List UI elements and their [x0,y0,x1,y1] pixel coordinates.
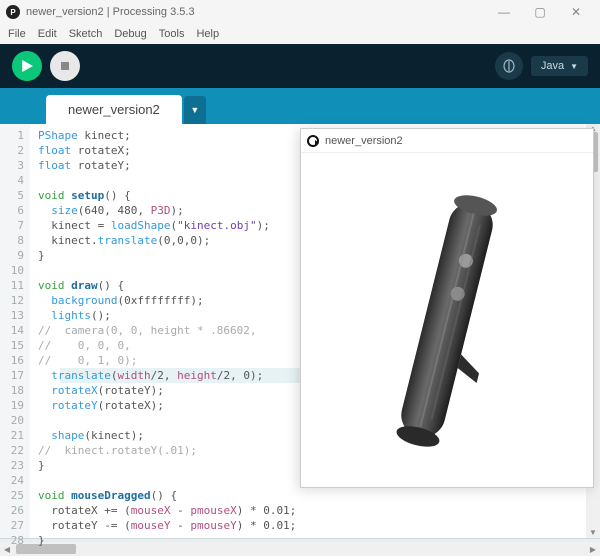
menu-file[interactable]: File [2,26,32,42]
code-line[interactable]: rotateY -= (mouseY - pmouseY) * 0.01; [38,518,578,533]
line-number: 23 [0,458,24,473]
output-window[interactable]: newer_version2 [300,128,594,488]
horizontal-scrollbar[interactable]: ◀ ▶ [0,542,600,556]
output-title: newer_version2 [325,135,403,147]
app-icon: P [6,5,20,19]
line-number: 3 [0,158,24,173]
line-number: 7 [0,218,24,233]
chevron-down-icon: ▼ [570,62,578,71]
line-number: 11 [0,278,24,293]
line-number: 19 [0,398,24,413]
tab-menu-button[interactable]: ▼ [184,96,206,124]
code-line[interactable]: void mouseDragged() { [38,488,578,503]
line-number: 18 [0,383,24,398]
line-number: 16 [0,353,24,368]
line-number: 1 [0,128,24,143]
line-number: 27 [0,518,24,533]
line-number: 2 [0,143,24,158]
close-button[interactable]: ✕ [558,2,594,22]
line-number: 20 [0,413,24,428]
sketch-icon [307,135,319,147]
minimize-button[interactable]: — [486,2,522,22]
kinect-shape [367,170,527,470]
scroll-thumb[interactable] [16,544,76,554]
menu-help[interactable]: Help [190,26,225,42]
line-number: 5 [0,188,24,203]
output-titlebar[interactable]: newer_version2 [301,129,593,153]
line-number: 22 [0,443,24,458]
tab-sketch[interactable]: newer_version2 [46,95,182,124]
line-number: 10 [0,263,24,278]
line-number: 13 [0,308,24,323]
line-number: 4 [0,173,24,188]
line-number: 12 [0,293,24,308]
line-number: 17 [0,368,24,383]
stop-button[interactable] [50,51,80,81]
menu-edit[interactable]: Edit [32,26,63,42]
line-number: 24 [0,473,24,488]
scroll-down-icon[interactable]: ▼ [588,528,598,538]
line-number: 21 [0,428,24,443]
line-number: 9 [0,248,24,263]
chevron-down-icon: ▼ [190,105,199,115]
menu-sketch[interactable]: Sketch [63,26,109,42]
stop-icon [60,61,70,71]
menu-debug[interactable]: Debug [108,26,152,42]
line-gutter: 1234567891011121314151617181920212223242… [0,124,30,538]
tabbar: newer_version2 ▼ [0,88,600,124]
mode-label: Java [541,60,564,72]
line-number: 8 [0,233,24,248]
output-canvas [301,153,593,487]
titlebar: P newer_version2 | Processing 3.5.3 — ▢ … [0,0,600,24]
line-number: 15 [0,338,24,353]
line-number: 6 [0,203,24,218]
window-title: newer_version2 | Processing 3.5.3 [26,6,486,18]
line-number: 14 [0,323,24,338]
toolbar: Java ▼ [0,44,600,88]
run-button[interactable] [12,51,42,81]
debug-button[interactable] [495,52,523,80]
scroll-right-icon[interactable]: ▶ [586,545,600,554]
menu-tools[interactable]: Tools [153,26,191,42]
maximize-button[interactable]: ▢ [522,2,558,22]
code-line[interactable]: rotateX += (mouseX - pmouseX) * 0.01; [38,503,578,518]
butterfly-icon [501,58,517,74]
line-number: 25 [0,488,24,503]
play-icon [21,60,33,72]
mode-selector[interactable]: Java ▼ [531,56,588,76]
line-number: 26 [0,503,24,518]
menubar: File Edit Sketch Debug Tools Help [0,24,600,44]
